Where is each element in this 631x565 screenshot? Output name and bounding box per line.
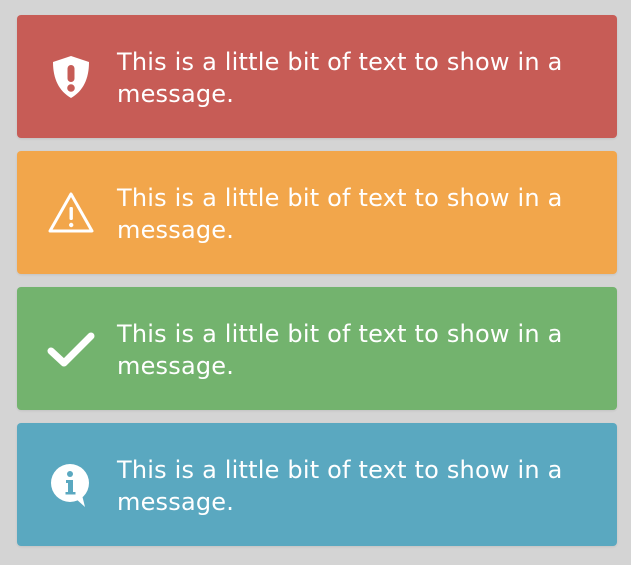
shield-exclamation-icon [45, 51, 97, 103]
info-bubble-icon [45, 459, 97, 511]
alert-danger: This is a little bit of text to show in … [17, 15, 617, 138]
alert-info: This is a little bit of text to show in … [17, 423, 617, 546]
alert-message: This is a little bit of text to show in … [117, 48, 563, 108]
alert-message: This is a little bit of text to show in … [117, 320, 563, 380]
alert-message: This is a little bit of text to show in … [117, 184, 563, 244]
warning-triangle-icon [45, 187, 97, 239]
alert-success: This is a little bit of text to show in … [17, 287, 617, 410]
alert-message: This is a little bit of text to show in … [117, 456, 563, 516]
alert-warning: This is a little bit of text to show in … [17, 151, 617, 274]
alert-list: This is a little bit of text to show in … [17, 15, 617, 546]
checkmark-icon [45, 323, 97, 375]
